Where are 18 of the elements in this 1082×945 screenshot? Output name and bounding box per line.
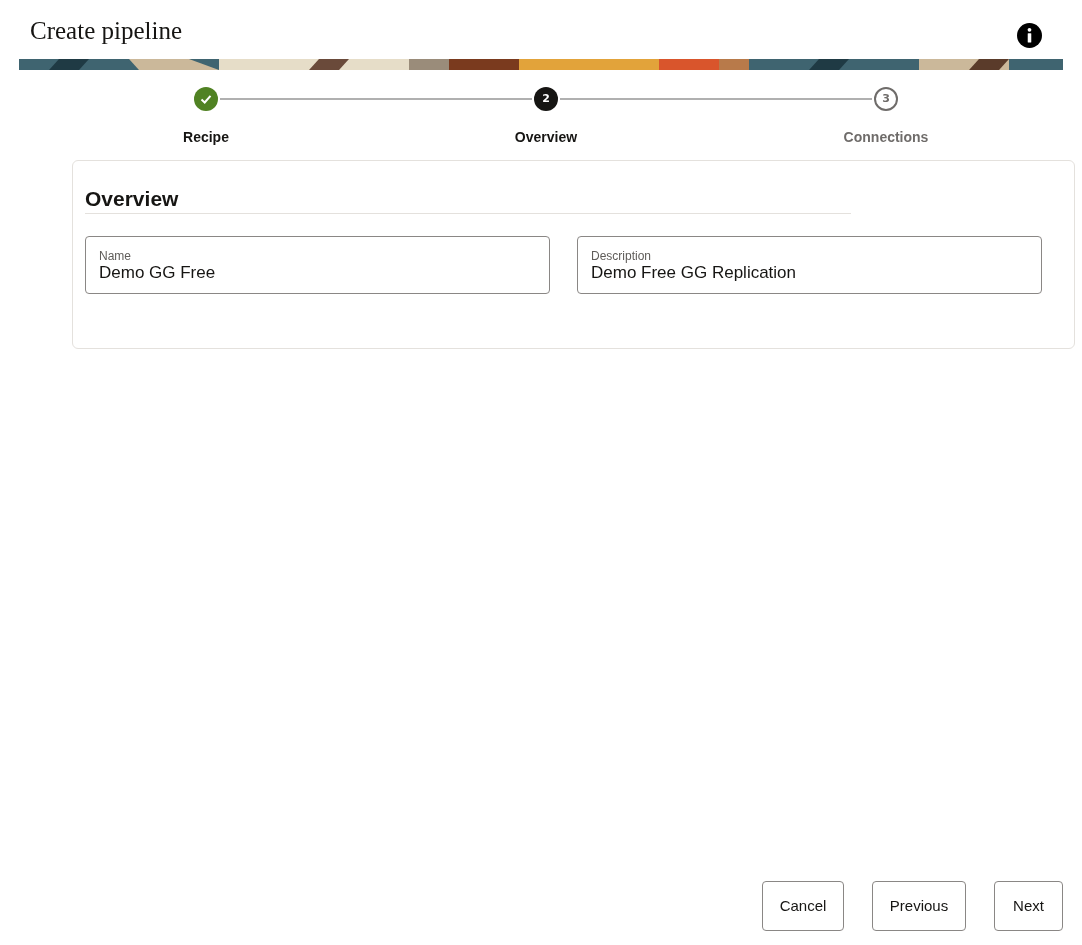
action-button[interactable]: Previous xyxy=(872,881,966,931)
step-label: Overview xyxy=(514,128,578,147)
field-value: Demo GG Free xyxy=(99,263,217,283)
check-icon xyxy=(194,87,218,111)
action-button[interactable]: Next xyxy=(994,881,1063,931)
action-button[interactable]: Cancel xyxy=(762,881,844,931)
text-field[interactable]: Description Demo Free GG Replication xyxy=(577,236,1042,294)
step-label: Recipe xyxy=(183,128,229,147)
step-number: 2 xyxy=(534,87,558,111)
field-label: Description xyxy=(591,249,653,263)
field-label: Name xyxy=(99,249,132,263)
step-label: Connections xyxy=(843,128,929,147)
text-field[interactable]: Name Demo GG Free xyxy=(85,236,550,294)
info-icon[interactable] xyxy=(1017,23,1042,48)
field-value: Demo Free GG Replication xyxy=(591,263,798,283)
page-title: Create pipeline xyxy=(30,16,182,46)
step-number: 3 xyxy=(874,87,898,111)
section-heading: Overview xyxy=(85,186,180,212)
